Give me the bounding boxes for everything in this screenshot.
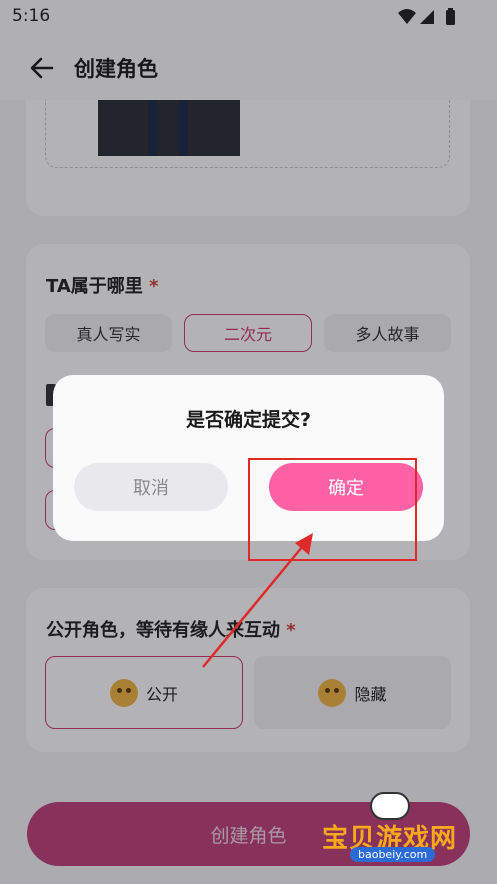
annotation-arrow (202, 533, 313, 668)
gamepad-logo (370, 792, 410, 820)
watermark-url: baobeiy.com (350, 847, 436, 862)
dialog-title: 是否确定提交? (185, 409, 312, 431)
cancel-button[interactable]: 取消 (74, 463, 228, 511)
